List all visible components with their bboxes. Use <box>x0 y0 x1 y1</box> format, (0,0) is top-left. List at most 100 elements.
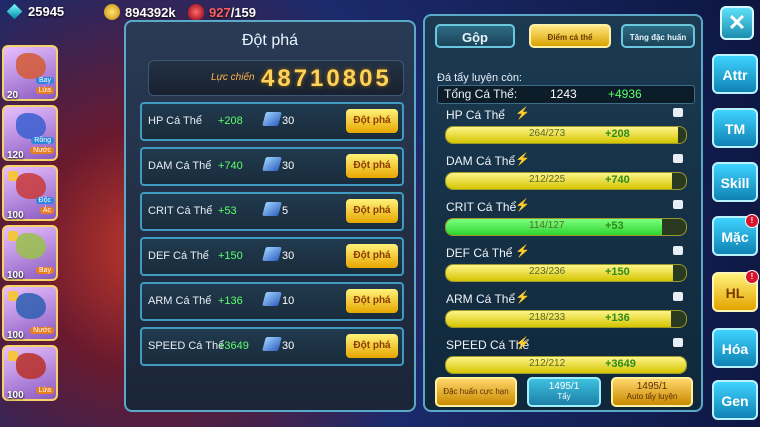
lock-icon[interactable] <box>673 292 683 301</box>
crystal-icon <box>262 157 282 171</box>
lock-icon[interactable] <box>673 154 683 163</box>
breakthrough-button[interactable]: Đột phá <box>346 289 398 313</box>
breakthrough-panel: Đột phá Lực chiến 48710805 HP Cá Thể +208… <box>124 20 416 412</box>
pet-list: Bay Lửa 20 Rồng Nước 120 Độc Ác 100 Bay 100 Nướ… <box>2 45 62 405</box>
side-menu: ✕ Attr TM Skill Mặc! HL! Hóa Gen <box>708 0 760 427</box>
pet-element-tag: Độc <box>35 197 54 204</box>
sidebar-item-hoa[interactable]: Hóa <box>712 328 758 368</box>
pet-portrait <box>16 113 46 139</box>
stones-remaining-label: Đá tẩy luyện còn: <box>437 72 522 84</box>
stat-bar-fill <box>446 357 686 373</box>
breakthrough-button[interactable]: Đột phá <box>346 154 398 178</box>
pet-portrait <box>16 173 46 199</box>
stat-row: ARM Cá Thể ⚡ 218/233 +136 <box>437 290 693 334</box>
pet-element-tag: Nước <box>30 327 54 334</box>
sidebar-item-hl[interactable]: HL! <box>712 270 759 312</box>
combat-power-value: 48710805 <box>261 65 392 92</box>
pet-element-tag: Lửa <box>35 87 54 94</box>
lightning-icon: ⚡ <box>515 106 530 120</box>
pet-level: 120 <box>7 150 24 161</box>
pet-slot[interactable]: Lửa 100 <box>2 345 58 401</box>
gems-counter: 25945 <box>6 3 64 20</box>
crystal-icon <box>262 292 282 306</box>
stat-row: DAM Cá Thể ⚡ 212/225 +740 <box>437 152 693 196</box>
panel-title: Đột phá <box>241 32 299 49</box>
stat-bar <box>445 356 687 374</box>
crystal-icon <box>262 202 282 216</box>
sidebar-item-attr[interactable]: Attr <box>712 54 758 94</box>
lock-icon[interactable] <box>673 108 683 117</box>
breakthrough-button[interactable]: Đột phá <box>346 244 398 268</box>
pet-level: 100 <box>7 210 24 221</box>
stamina-counter: 927 /159 <box>188 4 256 20</box>
alert-badge: ! <box>745 270 759 284</box>
breakthrough-row: HP Cá Thể +208 30 Đột phá <box>140 102 404 141</box>
lightning-icon: ⚡ <box>515 336 530 350</box>
lock-icon[interactable] <box>673 338 683 347</box>
training-panel: Gộp Điểm cá thể Tăng đặc huấn Đá tẩy luy… <box>423 14 703 412</box>
pet-element-tag: Bay <box>35 77 54 84</box>
pet-slot[interactable]: Rồng Nước 120 <box>2 105 58 161</box>
pet-slot[interactable]: Nước 100 <box>2 285 58 341</box>
pet-level: 100 <box>7 330 24 341</box>
pet-portrait <box>16 53 46 79</box>
tab-gop[interactable]: Gộp <box>435 24 515 48</box>
sidebar-item-tm[interactable]: TM <box>712 108 758 148</box>
lightning-icon: ⚡ <box>515 290 530 304</box>
lock-icon[interactable] <box>673 200 683 209</box>
crystal-icon <box>262 247 282 261</box>
auto-wash-button[interactable]: 1495/1 Auto tẩy luyện <box>611 377 693 407</box>
stat-row: SPEED Cá Thể ⚡ 212/212 +3649 <box>437 336 693 380</box>
extreme-training-button[interactable]: Đặc huấn cực hạn <box>435 377 517 407</box>
alert-badge: ! <box>745 214 759 228</box>
stat-bar <box>445 126 687 144</box>
pet-level: 100 <box>7 390 24 401</box>
stat-row: CRIT Cá Thể ⚡ 114/127 +53 <box>437 198 693 242</box>
total-stats: Tổng Cá Thể: 1243 +4936 <box>437 85 695 104</box>
breakthrough-row: CRIT Cá Thể +53 5 Đột phá <box>140 192 404 231</box>
pet-element-tag: Ác <box>39 207 54 214</box>
potion-icon <box>188 4 204 20</box>
stat-bar <box>445 218 687 236</box>
stat-bar <box>445 172 687 190</box>
breakthrough-button[interactable]: Đột phá <box>346 334 398 358</box>
pet-portrait <box>16 293 46 319</box>
lightning-icon: ⚡ <box>515 198 530 212</box>
lock-icon[interactable] <box>673 246 683 255</box>
breakthrough-row: DEF Cá Thể +150 30 Đột phá <box>140 237 404 276</box>
lightning-icon: ⚡ <box>515 244 530 258</box>
stat-bar <box>445 264 687 282</box>
pet-portrait <box>16 353 46 379</box>
pet-slot[interactable]: Bay 100 <box>2 225 58 281</box>
sidebar-item-mac[interactable]: Mặc! <box>712 214 759 256</box>
gold-counter: 894392k <box>104 4 176 20</box>
diamond-icon <box>6 3 23 20</box>
combat-power: Lực chiến 48710805 <box>148 60 404 96</box>
lightning-icon: ⚡ <box>515 152 530 166</box>
breakthrough-button[interactable]: Đột phá <box>346 109 398 133</box>
pet-element-tag: Nước <box>30 147 54 154</box>
pet-portrait <box>16 233 46 259</box>
breakthrough-list: HP Cá Thể +208 30 Đột phá DAM Cá Thể +740 30 Đ… <box>140 102 404 372</box>
pet-level: 100 <box>7 270 24 281</box>
tab-tang-dac-huan[interactable]: Tăng đặc huấn <box>621 24 695 48</box>
breakthrough-row: SPEED Cá Thể +3649 30 Đột phá <box>140 327 404 366</box>
stat-row: HP Cá Thể ⚡ 264/273 +208 <box>437 106 693 150</box>
pet-slot[interactable]: Độc Ác 100 <box>2 165 58 221</box>
close-button[interactable]: ✕ <box>720 6 754 40</box>
sidebar-item-skill[interactable]: Skill <box>712 162 758 202</box>
pet-element-tag: Lửa <box>35 387 54 394</box>
breakthrough-row: ARM Cá Thể +136 10 Đột phá <box>140 282 404 321</box>
breakthrough-button[interactable]: Đột phá <box>346 199 398 223</box>
pet-level: 20 <box>7 90 19 101</box>
stat-bar <box>445 310 687 328</box>
sidebar-item-gen[interactable]: Gen <box>712 380 758 420</box>
pet-slot[interactable]: Bay Lửa 20 <box>2 45 58 101</box>
pet-element-tag: Bay <box>35 267 54 274</box>
wash-button[interactable]: 1495/1 Tẩy <box>527 377 601 407</box>
stat-row: DEF Cá Thể ⚡ 223/236 +150 <box>437 244 693 288</box>
tab-diem-ca-the[interactable]: Điểm cá thể <box>529 24 611 48</box>
coin-icon <box>104 4 120 20</box>
pet-element-tag: Rồng <box>31 137 54 144</box>
crystal-icon <box>262 337 282 351</box>
